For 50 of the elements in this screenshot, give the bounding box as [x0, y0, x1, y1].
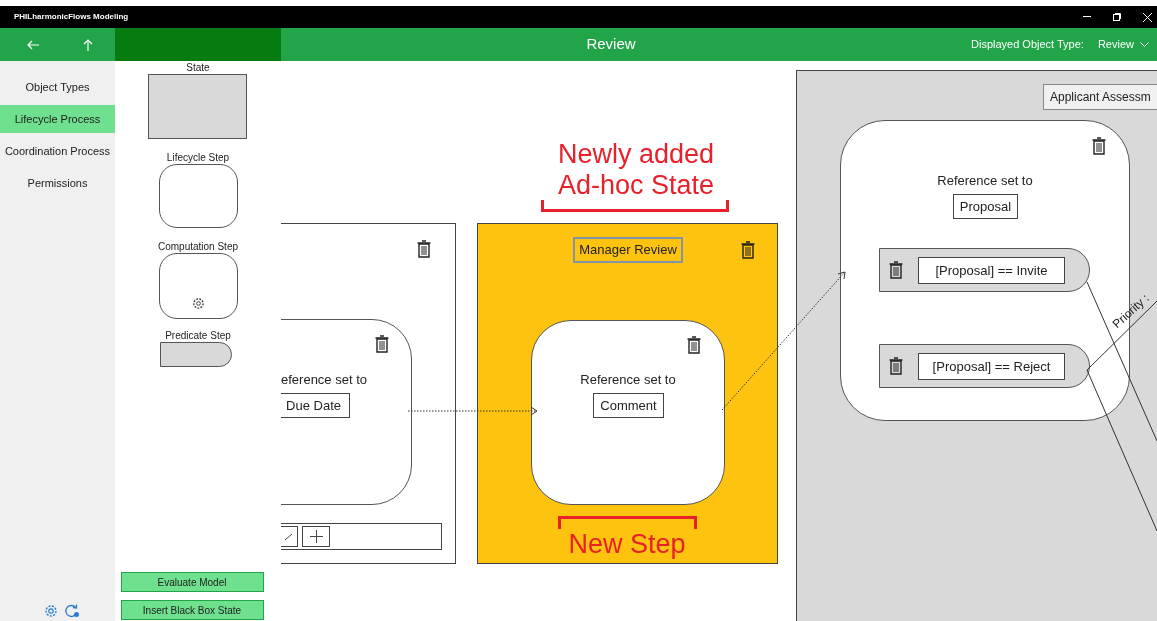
- check-icon: [285, 532, 293, 541]
- page-title: Review: [586, 34, 636, 55]
- close-icon[interactable]: [1143, 12, 1152, 22]
- trash-icon[interactable]: [741, 241, 755, 259]
- reference-label: Reference set to: [580, 372, 676, 388]
- predicate-field[interactable]: [Proposal] == Reject: [918, 353, 1065, 380]
- object-type-label: Displayed Object Type:: [971, 37, 1084, 53]
- state-shape[interactable]: [147, 74, 247, 139]
- toolbox-button[interactable]: Insert Black Box State: [120, 600, 264, 620]
- shape-label: State: [186, 62, 210, 74]
- trash-icon[interactable]: [1092, 137, 1106, 155]
- reference-label: eference set to: [281, 372, 367, 388]
- state-title[interactable]: Applicant Assessm: [1043, 84, 1157, 110]
- annotation-text: Ad-hoc State: [557, 172, 715, 199]
- shape-label: Lifecycle Step: [166, 152, 230, 164]
- computation-step-shape[interactable]: [158, 253, 238, 319]
- restore-icon[interactable]: [1113, 13, 1121, 21]
- shape-label: Computation Step: [157, 241, 239, 253]
- reference-value-field[interactable]: Comment: [593, 393, 664, 418]
- settings-icon[interactable]: [43, 604, 58, 618]
- annotation-text: Newly added: [557, 141, 715, 168]
- gear-icon: [191, 297, 205, 310]
- sidebar-item[interactable]: Lifecycle Process: [0, 105, 115, 133]
- sidebar-item[interactable]: Coordination Process: [0, 137, 115, 165]
- annotation-text: New Step: [568, 531, 686, 558]
- reference-label: Reference set to: [937, 173, 1033, 189]
- step-box[interactable]: [531, 320, 725, 505]
- trash-icon[interactable]: [889, 261, 903, 279]
- trash-icon[interactable]: [889, 357, 903, 375]
- reference-value-field[interactable]: Due Date: [281, 393, 350, 418]
- plus-icon: [309, 530, 323, 543]
- predicate-field[interactable]: [Proposal] == Invite: [918, 257, 1065, 284]
- lifecycle-step-shape[interactable]: [158, 164, 238, 228]
- chevron-down-icon: [1140, 42, 1149, 47]
- state-title[interactable]: Manager Review: [573, 237, 683, 263]
- shape-label: Predicate Step: [165, 330, 231, 342]
- sidebar-item[interactable]: Permissions: [0, 169, 115, 197]
- sync-icon[interactable]: [63, 604, 80, 618]
- trash-icon[interactable]: [687, 336, 701, 354]
- trash-icon[interactable]: [375, 335, 389, 353]
- predicate-step-shape[interactable]: [160, 342, 232, 367]
- reference-value-field[interactable]: Proposal: [953, 194, 1018, 219]
- add-button[interactable]: [302, 526, 330, 547]
- window-title: PHILharmonicFlows Modeling: [14, 11, 129, 23]
- back-arrow-icon[interactable]: [27, 39, 39, 50]
- toolbox-button[interactable]: Evaluate Model: [120, 572, 264, 592]
- sidebar-item[interactable]: Object Types: [0, 73, 115, 101]
- up-arrow-icon[interactable]: [83, 38, 93, 51]
- trash-icon[interactable]: [417, 240, 431, 258]
- minimize-icon[interactable]: [1083, 16, 1091, 18]
